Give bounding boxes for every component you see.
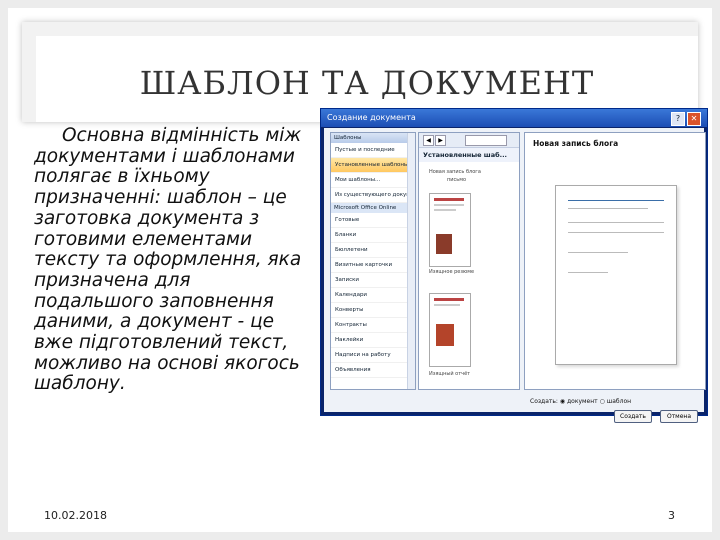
templates-item-my[interactable]: Мои шаблоны... bbox=[331, 173, 415, 188]
templates-header: Шаблоны bbox=[331, 133, 415, 143]
radio-template-label: шаблон bbox=[606, 398, 632, 405]
page-number: 3 bbox=[668, 509, 675, 522]
cancel-button[interactable]: Отмена bbox=[660, 410, 698, 423]
search-field[interactable] bbox=[465, 135, 507, 146]
dialog-title: Создание документа bbox=[321, 109, 707, 127]
thumb-label-resume: Изящное резюме bbox=[429, 269, 475, 275]
new-document-dialog: Создание документа ? ✕ Шаблоны Пустые и … bbox=[320, 108, 708, 423]
footer-date: 10.02.2018 bbox=[44, 509, 107, 522]
online-category-item[interactable]: Конверты bbox=[331, 303, 415, 318]
templates-item-blank[interactable]: Пустые и последние bbox=[331, 143, 415, 158]
close-icon[interactable]: ✕ bbox=[687, 112, 701, 126]
online-category-item[interactable]: Бюллетени bbox=[331, 243, 415, 258]
online-category-item[interactable]: Визитные карточки bbox=[331, 258, 415, 273]
thumb-label-report: Изящный отчёт bbox=[429, 371, 471, 377]
online-category-item[interactable]: Объявления bbox=[331, 363, 415, 378]
radio-document-label: документ bbox=[567, 398, 598, 405]
installed-templates-header: Установленные шаб... bbox=[419, 148, 519, 162]
forward-icon[interactable]: ▶ bbox=[435, 135, 446, 146]
create-new-options: Создать: ◉ документ ○ шаблон bbox=[530, 398, 632, 405]
templates-scrollbar[interactable] bbox=[407, 133, 415, 389]
radio-document[interactable]: ◉ bbox=[560, 398, 565, 405]
slide-title: ШАБЛОН ТА ДОКУМЕНТ bbox=[139, 64, 595, 102]
online-category-item[interactable]: Надписи на работу bbox=[331, 348, 415, 363]
template-thumb-resume[interactable] bbox=[429, 193, 471, 267]
online-category-item[interactable]: Календари bbox=[331, 288, 415, 303]
navigation-bar: ◀ ▶ bbox=[419, 133, 519, 148]
help-icon[interactable]: ? bbox=[671, 112, 685, 126]
online-category-item[interactable]: Наклейки bbox=[331, 333, 415, 348]
preview-pane: Новая запись блога bbox=[524, 132, 706, 390]
preview-document bbox=[555, 185, 677, 365]
create-new-label: Создать bbox=[530, 398, 556, 405]
back-icon[interactable]: ◀ bbox=[423, 135, 434, 146]
online-category-list: Готовые Бланки Бюллетени Визитные карточки З… bbox=[331, 213, 415, 378]
templates-item-installed[interactable]: Установленные шаблоны bbox=[331, 158, 415, 173]
create-button[interactable]: Создать bbox=[614, 410, 652, 423]
online-category-item[interactable]: Бланки bbox=[331, 228, 415, 243]
online-section-header: Microsoft Office Online bbox=[331, 203, 415, 213]
template-thumb-report[interactable] bbox=[429, 293, 471, 367]
radio-template[interactable]: ○ bbox=[600, 398, 605, 405]
slide-body-text: Основна відмінність між документами і ша… bbox=[34, 125, 302, 395]
thumb-label-blog: Новая запись блога bbox=[429, 169, 481, 175]
installed-templates-pane: ◀ ▶ Установленные шаб... Новая запись бл… bbox=[418, 132, 520, 390]
templates-item-existing[interactable]: Из существующего документа... bbox=[331, 188, 415, 203]
online-category-item[interactable]: Записки bbox=[331, 273, 415, 288]
preview-title: Новая запись блога bbox=[533, 139, 619, 148]
dialog-body: Шаблоны Пустые и последние Установленные… bbox=[324, 128, 706, 423]
online-category-item[interactable]: Готовые bbox=[331, 213, 415, 228]
templates-pane: Шаблоны Пустые и последние Установленные… bbox=[330, 132, 416, 390]
thumb-label-letter: письмо bbox=[447, 177, 467, 183]
online-category-item[interactable]: Контракты bbox=[331, 318, 415, 333]
title-box: ШАБЛОН ТА ДОКУМЕНТ bbox=[22, 22, 698, 122]
